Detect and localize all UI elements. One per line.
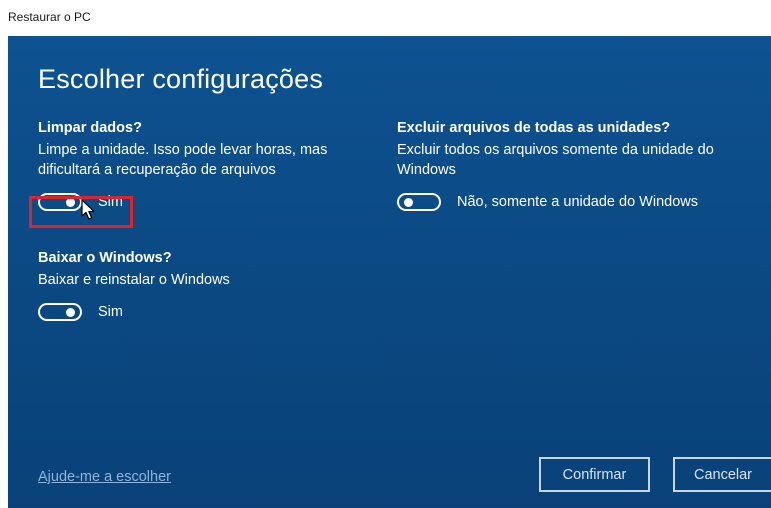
download-windows-toggle-label: Sim bbox=[98, 304, 123, 320]
delete-files-section: Excluir arquivos de todas as unidades? E… bbox=[397, 118, 757, 214]
page-heading: Escolher configurações bbox=[38, 64, 324, 94]
download-windows-toggle[interactable] bbox=[38, 303, 82, 321]
clean-data-title: Limpar dados? bbox=[38, 120, 142, 136]
delete-files-toggle-label: Não, somente a unidade do Windows bbox=[457, 194, 699, 210]
restore-pc-window: Restaurar o PC Escolher configurações Li… bbox=[0, 0, 771, 508]
download-windows-toggle-row: Sim bbox=[38, 300, 383, 324]
clean-data-description: Limpe a unidade. Isso pode levar horas, … bbox=[38, 142, 328, 178]
toggle-knob bbox=[404, 198, 413, 207]
delete-files-title: Excluir arquivos de todas as unidades? bbox=[397, 120, 671, 136]
delete-files-toggle[interactable] bbox=[397, 193, 441, 211]
download-windows-section: Baixar o Windows? Baixar e reinstalar o … bbox=[38, 248, 383, 324]
window-title: Restaurar o PC bbox=[8, 10, 91, 24]
toggle-knob bbox=[66, 308, 75, 317]
download-windows-description: Baixar e reinstalar o Windows bbox=[38, 272, 230, 288]
title-bar: Restaurar o PC bbox=[0, 0, 771, 36]
mouse-pointer-icon bbox=[81, 199, 95, 220]
cancel-button[interactable]: Cancelar bbox=[673, 457, 771, 492]
confirm-button[interactable]: Confirmar bbox=[539, 457, 650, 492]
download-windows-title: Baixar o Windows? bbox=[38, 250, 172, 266]
delete-files-toggle-row: Não, somente a unidade do Windows bbox=[397, 190, 757, 214]
help-me-choose-link[interactable]: Ajude-me a escolher bbox=[38, 469, 171, 485]
delete-files-description: Excluir todos os arquivos somente da uni… bbox=[397, 142, 714, 178]
settings-panel: Escolher configurações Limpar dados? Lim… bbox=[8, 36, 771, 508]
